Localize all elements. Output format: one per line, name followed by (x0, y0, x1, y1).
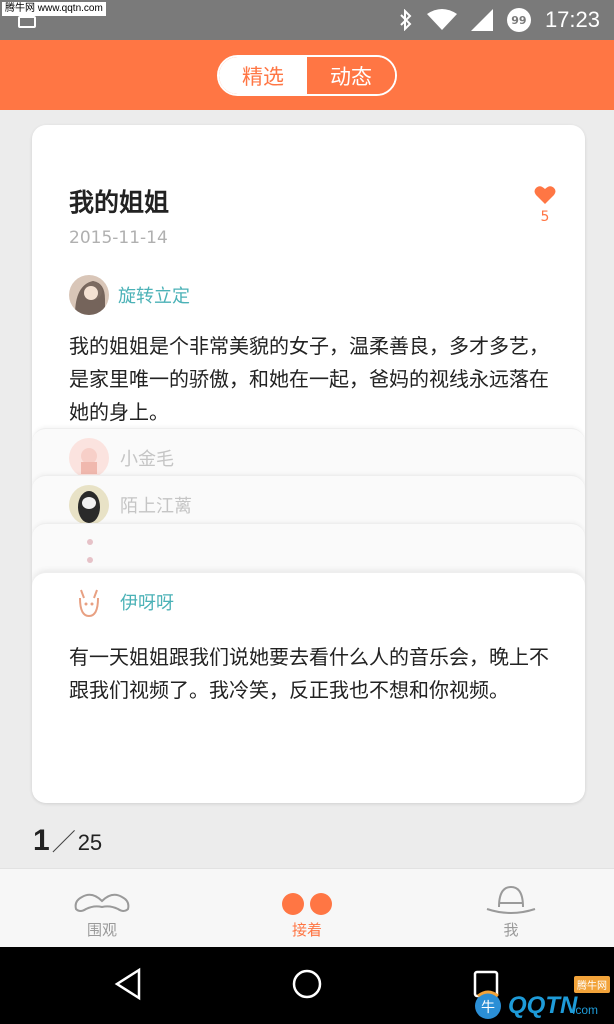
tab-me[interactable]: 我 (451, 869, 571, 948)
story-title: 我的姐姐 (69, 188, 170, 217)
clock: 17:23 (544, 7, 600, 32)
tab-continue[interactable]: 接着 (247, 869, 367, 948)
status-bar: 腾牛网 www.qqtn.com 99 17:23 (0, 0, 614, 40)
qqtn-tag: 腾牛网 (574, 976, 610, 993)
reply-author[interactable]: 伊呀呀 (120, 589, 174, 615)
story-date: 2015-11-14 (69, 228, 168, 248)
reply-author[interactable]: 陌上江蓠 (120, 492, 192, 518)
feed-segmented-control: 精选 动态 (217, 55, 397, 96)
two-dots-icon (282, 893, 332, 915)
like-count: 5 (540, 209, 550, 225)
wifi-icon (426, 9, 457, 30)
story-card[interactable]: 我的姐姐 2015-11-14 5 旋转立定 我的姐姐是个非常美貌的女子，温柔善… (32, 125, 585, 803)
header: 精选 动态 (0, 40, 614, 110)
qqtn-watermark: 牛 QQTN .com 腾牛网 (470, 972, 614, 1024)
bottom-tab-bar: 围观 接着 我 (0, 868, 614, 947)
bluetooth-icon (400, 9, 412, 31)
tab-featured[interactable]: 精选 (219, 57, 307, 94)
avatar[interactable] (69, 582, 109, 622)
tab-label: 围观 (86, 921, 117, 939)
avatar[interactable] (69, 438, 109, 478)
author-name[interactable]: 旋转立定 (118, 282, 190, 308)
heart-icon (534, 186, 556, 204)
tab-label: 我 (503, 921, 519, 939)
svg-text:牛: 牛 (481, 1000, 495, 1016)
story-text: 我的姐姐是个非常美貌的女子，温柔善良，多才多艺，是家里唯一的骄傲，和她在一起，爸… (69, 334, 549, 424)
reply-author[interactable]: 小金毛 (120, 445, 174, 471)
story-author[interactable]: 旋转立定 (69, 275, 190, 315)
avatar[interactable] (69, 275, 109, 315)
tab-label: 接着 (291, 921, 322, 939)
signal-icon (470, 9, 493, 31)
qqtn-logo-suffix: .com (572, 1003, 599, 1017)
avatar[interactable] (69, 485, 109, 525)
reply-card-latest[interactable]: 伊呀呀 有一天姐姐跟我们说她要去看什么人的音乐会，晚上不跟我们视频了。我冷笑，反… (32, 572, 585, 803)
like-button[interactable]: 5 (533, 185, 557, 225)
bowler-hat-icon (486, 885, 536, 914)
current-page: 1 (33, 824, 50, 857)
total-pages: 25 (77, 830, 103, 855)
home-icon[interactable] (290, 967, 324, 1001)
tab-activity[interactable]: 动态 (307, 57, 395, 94)
page-separator: ／ (51, 829, 76, 856)
mustache-icon (74, 893, 130, 912)
image-notification-icon (18, 16, 36, 28)
reply-text: 有一天姐姐跟我们说她要去看什么人的音乐会，晚上不跟我们视频了。我冷笑，反正我也不… (69, 645, 549, 702)
qqtn-logo-icon: 牛 (475, 990, 501, 1019)
page-indicator: 1／25 (33, 822, 102, 858)
tab-browse[interactable]: 围观 (42, 869, 162, 948)
notification-badge: 99 (506, 8, 531, 32)
watermark-label: 腾牛网 www.qqtn.com (2, 2, 106, 16)
back-icon[interactable] (113, 967, 143, 1001)
qqtn-logo-text: QQTN (508, 992, 578, 1019)
